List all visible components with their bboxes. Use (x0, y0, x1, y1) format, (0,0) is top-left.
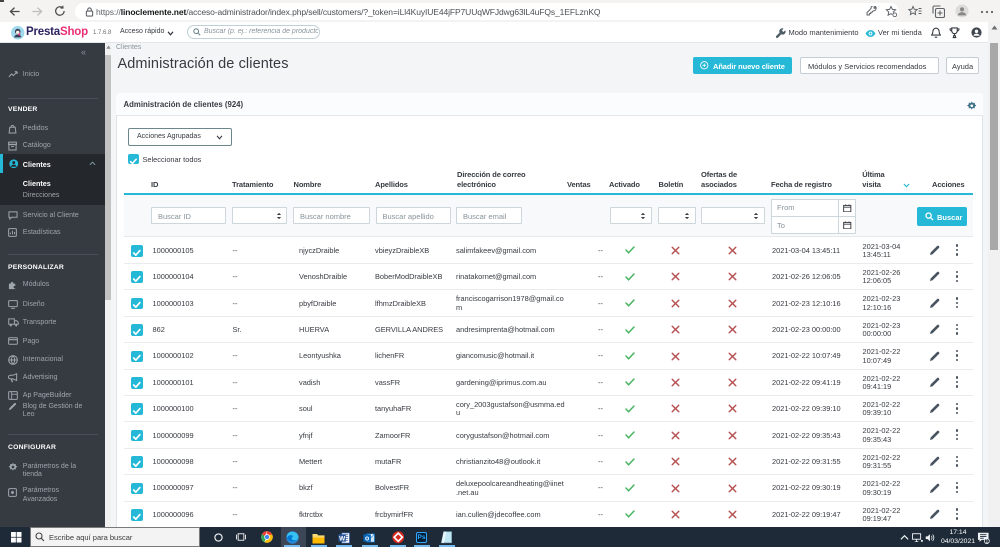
svg-text:1: 1 (985, 539, 988, 544)
svg-text:o: o (365, 535, 369, 542)
svg-text:W: W (339, 535, 346, 542)
